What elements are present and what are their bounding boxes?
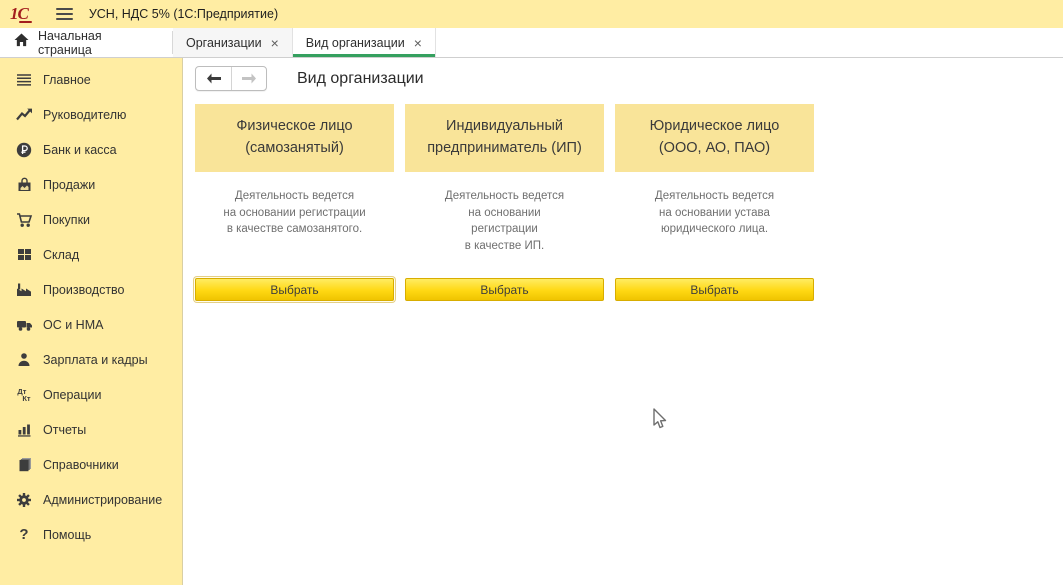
- truck-icon: [13, 315, 35, 335]
- sidebar-item-administration[interactable]: Администрирование: [0, 482, 182, 517]
- sidebar: Главное Руководителю Банк и касса Продаж…: [0, 58, 183, 585]
- home-tab[interactable]: Начальная страница: [0, 28, 172, 57]
- card-description: Деятельность ведется на основании регист…: [195, 188, 394, 278]
- sidebar-item-reports[interactable]: Отчеты: [0, 412, 182, 447]
- sidebar-item-label: Руководителю: [43, 108, 126, 122]
- choose-button-legal-entity[interactable]: Выбрать: [615, 278, 814, 301]
- sidebar-item-label: Производство: [43, 283, 125, 297]
- sidebar-item-main[interactable]: Главное: [0, 62, 182, 97]
- sidebar-item-warehouse[interactable]: Склад: [0, 237, 182, 272]
- tab-bar: Начальная страница Организации × Вид орг…: [0, 28, 1063, 58]
- card-entrepreneur: Индивидуальный предприниматель (ИП) Деят…: [405, 104, 604, 301]
- organization-type-cards: Физическое лицо (самозанятый) Деятельнос…: [195, 104, 1063, 301]
- gear-icon: [13, 490, 35, 510]
- sidebar-item-purchases[interactable]: Покупки: [0, 202, 182, 237]
- ruble-circle-icon: [13, 140, 35, 160]
- history-nav-group: [195, 66, 267, 91]
- sidebar-item-directories[interactable]: Справочники: [0, 447, 182, 482]
- card-description: Деятельность ведется на основании устава…: [615, 188, 814, 278]
- sidebar-item-operations[interactable]: ДтКт Операции: [0, 377, 182, 412]
- home-icon: [14, 33, 29, 52]
- sidebar-item-label: ОС и НМА: [43, 318, 103, 332]
- choose-button-selfemployed[interactable]: Выбрать: [195, 278, 394, 301]
- choose-button-entrepreneur[interactable]: Выбрать: [405, 278, 604, 301]
- home-tab-label: Начальная страница: [38, 29, 158, 57]
- sidebar-item-sales[interactable]: Продажи: [0, 167, 182, 202]
- books-icon: [13, 455, 35, 475]
- hamburger-menu-icon[interactable]: [56, 8, 73, 20]
- sidebar-item-fixed-assets[interactable]: ОС и НМА: [0, 307, 182, 342]
- sidebar-item-manager[interactable]: Руководителю: [0, 97, 182, 132]
- window-title: УСН, НДС 5% (1С:Предприятие): [89, 7, 278, 21]
- close-icon[interactable]: ×: [414, 36, 422, 50]
- bar-chart-icon: [13, 420, 35, 440]
- tab-organizations[interactable]: Организации ×: [173, 28, 293, 57]
- tab-organization-type[interactable]: Вид организации ×: [293, 28, 436, 57]
- sidebar-item-label: Администрирование: [43, 493, 162, 507]
- card-title: Юридическое лицо (ООО, АО, ПАО): [615, 104, 814, 172]
- arrow-left-icon: [206, 73, 222, 84]
- close-icon[interactable]: ×: [271, 36, 279, 50]
- sidebar-item-label: Покупки: [43, 213, 90, 227]
- person-icon: [13, 350, 35, 370]
- shopping-cart-icon: [13, 210, 35, 230]
- boxes-grid-icon: [13, 245, 35, 265]
- sidebar-item-label: Справочники: [43, 458, 119, 472]
- card-title: Физическое лицо (самозанятый): [195, 104, 394, 172]
- back-button[interactable]: [196, 67, 231, 90]
- 1c-logo: 1С: [10, 4, 34, 24]
- sidebar-item-label: Продажи: [43, 178, 95, 192]
- tab-organizations-label: Организации: [186, 36, 262, 50]
- sidebar-item-label: Склад: [43, 248, 79, 262]
- card-title: Индивидуальный предприниматель (ИП): [405, 104, 604, 172]
- sidebar-item-label: Отчеты: [43, 423, 86, 437]
- sidebar-item-payroll[interactable]: Зарплата и кадры: [0, 342, 182, 377]
- page-title: Вид организации: [297, 70, 424, 88]
- sidebar-item-label: Главное: [43, 73, 91, 87]
- sidebar-item-help[interactable]: ? Помощь: [0, 517, 182, 552]
- window-title-bar: 1С УСН, НДС 5% (1С:Предприятие): [0, 0, 1063, 28]
- main-menu-icon: [13, 70, 35, 90]
- sidebar-item-label: Операции: [43, 388, 101, 402]
- debit-credit-icon: ДтКт: [13, 385, 35, 405]
- forward-button[interactable]: [231, 67, 266, 90]
- card-legal-entity: Юридическое лицо (ООО, АО, ПАО) Деятельн…: [615, 104, 814, 301]
- card-individual-selfemployed: Физическое лицо (самозанятый) Деятельнос…: [195, 104, 394, 301]
- question-icon: ?: [13, 525, 35, 545]
- tab-organization-type-label: Вид организации: [306, 36, 405, 50]
- sidebar-item-label: Банк и касса: [43, 143, 117, 157]
- sidebar-item-bank[interactable]: Банк и касса: [0, 132, 182, 167]
- arrow-right-icon: [241, 73, 257, 84]
- main-content: Вид организации Физическое лицо (самозан…: [183, 58, 1063, 585]
- shopping-bag-icon: [13, 175, 35, 195]
- card-description: Деятельность ведется на основании регист…: [405, 188, 604, 278]
- sidebar-item-production[interactable]: Производство: [0, 272, 182, 307]
- sidebar-item-label: Помощь: [43, 528, 91, 542]
- trend-up-icon: [13, 105, 35, 125]
- sidebar-item-label: Зарплата и кадры: [43, 353, 148, 367]
- factory-icon: [13, 280, 35, 300]
